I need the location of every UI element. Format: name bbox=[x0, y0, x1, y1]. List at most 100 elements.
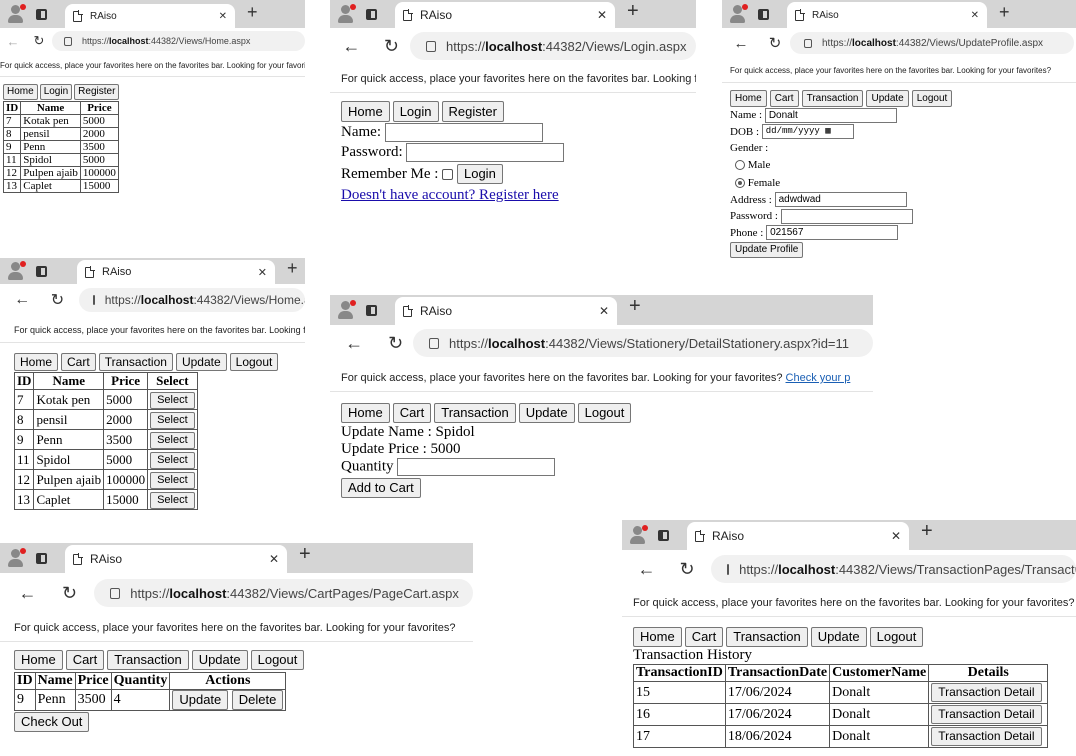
refresh-icon[interactable]: ↻ bbox=[26, 33, 52, 49]
update-button[interactable]: Update bbox=[175, 353, 227, 371]
transaction-button[interactable]: Transaction bbox=[434, 403, 516, 423]
home-button[interactable]: Home bbox=[633, 627, 682, 647]
address-bar[interactable]: https://localhost:44382/Views/Login.aspx bbox=[410, 32, 696, 60]
male-radio[interactable] bbox=[735, 159, 745, 170]
browser-tab[interactable]: RAiso ✕ bbox=[77, 260, 275, 284]
select-button[interactable]: Select bbox=[150, 431, 195, 449]
transaction-detail-button[interactable]: Transaction Detail bbox=[931, 727, 1042, 746]
female-radio[interactable] bbox=[735, 178, 745, 189]
cart-button[interactable]: Cart bbox=[684, 627, 724, 647]
profile-avatar-icon[interactable] bbox=[628, 525, 648, 545]
back-icon[interactable]: ← bbox=[722, 35, 760, 52]
tab-actions-icon[interactable] bbox=[658, 529, 669, 541]
profile-avatar-icon[interactable] bbox=[6, 261, 26, 281]
transaction-button[interactable]: Transaction bbox=[726, 627, 808, 647]
address-bar[interactable]: https://localhost:44382/Views/Home.aspx bbox=[78, 288, 305, 312]
select-button[interactable]: Select bbox=[150, 391, 195, 409]
profile-avatar-icon[interactable] bbox=[6, 4, 26, 24]
back-icon[interactable]: ← bbox=[622, 559, 671, 580]
refresh-icon[interactable]: ↻ bbox=[378, 333, 413, 354]
quantity-input[interactable] bbox=[397, 458, 556, 476]
profile-avatar-icon[interactable] bbox=[6, 548, 26, 568]
login-button[interactable]: Login bbox=[392, 101, 439, 122]
remember-checkbox[interactable] bbox=[442, 169, 454, 181]
back-icon[interactable]: ← bbox=[0, 583, 55, 604]
close-tab-icon[interactable]: ✕ bbox=[269, 552, 279, 566]
home-button[interactable]: Home bbox=[14, 353, 59, 371]
update-button[interactable]: Update bbox=[518, 403, 575, 423]
refresh-icon[interactable]: ↻ bbox=[671, 559, 703, 580]
login-button[interactable]: Login bbox=[39, 84, 73, 100]
new-tab-icon[interactable]: + bbox=[235, 2, 258, 28]
close-tab-icon[interactable]: ✕ bbox=[971, 10, 979, 21]
new-tab-icon[interactable]: + bbox=[909, 520, 933, 550]
select-button[interactable]: Select bbox=[150, 411, 195, 429]
update-button[interactable]: Update bbox=[866, 90, 909, 107]
close-tab-icon[interactable]: ✕ bbox=[891, 529, 901, 543]
logout-button[interactable]: Logout bbox=[869, 627, 924, 647]
cart-button[interactable]: Cart bbox=[65, 650, 105, 670]
calendar-icon[interactable]: ▦ bbox=[825, 126, 830, 136]
address-bar[interactable]: https://localhost:44382/Views/UpdateProf… bbox=[790, 32, 1074, 54]
refresh-icon[interactable]: ↻ bbox=[760, 34, 790, 52]
login-submit-button[interactable]: Login bbox=[456, 164, 503, 185]
tab-actions-icon[interactable] bbox=[36, 8, 47, 20]
browser-tab[interactable]: RAiso ✕ bbox=[687, 522, 909, 550]
back-icon[interactable]: ← bbox=[330, 36, 373, 57]
back-icon[interactable]: ← bbox=[0, 291, 44, 309]
refresh-icon[interactable]: ↻ bbox=[373, 36, 410, 57]
phone-input[interactable]: 021567 bbox=[766, 225, 899, 241]
update-button[interactable]: Update bbox=[191, 650, 248, 670]
register-link[interactable]: Doesn't have account? Register here bbox=[341, 187, 559, 203]
home-button[interactable]: Home bbox=[730, 90, 767, 107]
close-tab-icon[interactable]: ✕ bbox=[258, 266, 267, 279]
browser-tab[interactable]: RAiso ✕ bbox=[395, 297, 617, 325]
profile-avatar-icon[interactable] bbox=[336, 300, 356, 320]
address-input[interactable]: adwdwad bbox=[774, 192, 907, 208]
add-to-cart-button[interactable]: Add to Cart bbox=[341, 478, 421, 498]
update-cart-button[interactable]: Update bbox=[172, 690, 229, 710]
tab-actions-icon[interactable] bbox=[366, 8, 377, 20]
transaction-button[interactable]: Transaction bbox=[107, 650, 189, 670]
home-button[interactable]: Home bbox=[3, 84, 38, 100]
cart-button[interactable]: Cart bbox=[392, 403, 432, 423]
address-bar[interactable]: https://localhost:44382/Views/Stationery… bbox=[413, 329, 873, 357]
home-button[interactable]: Home bbox=[341, 101, 390, 122]
new-tab-icon[interactable]: + bbox=[615, 0, 639, 28]
cart-button[interactable]: Cart bbox=[61, 353, 96, 371]
transaction-button[interactable]: Transaction bbox=[98, 353, 173, 371]
name-input[interactable]: Donalt bbox=[764, 107, 897, 123]
tab-actions-icon[interactable] bbox=[36, 552, 47, 564]
check-out-button[interactable]: Check Out bbox=[14, 712, 90, 732]
transaction-detail-button[interactable]: Transaction Detail bbox=[931, 705, 1042, 724]
address-bar[interactable]: https://localhost:44382/Views/CartPages/… bbox=[94, 579, 473, 607]
new-tab-icon[interactable]: + bbox=[287, 543, 311, 573]
close-tab-icon[interactable]: ✕ bbox=[219, 11, 227, 22]
address-bar[interactable]: https://localhost:44382/Views/Transactio… bbox=[711, 555, 1076, 583]
tab-actions-icon[interactable] bbox=[366, 304, 377, 316]
browser-tab[interactable]: RAiso ✕ bbox=[395, 2, 615, 28]
password-input[interactable] bbox=[406, 143, 565, 163]
logout-button[interactable]: Logout bbox=[911, 90, 953, 107]
refresh-icon[interactable]: ↻ bbox=[44, 290, 71, 310]
browser-tab[interactable]: RAiso ✕ bbox=[65, 4, 235, 28]
home-button[interactable]: Home bbox=[341, 403, 390, 423]
new-tab-icon[interactable]: + bbox=[617, 295, 641, 325]
address-bar[interactable]: https://localhost:44382/Views/Home.aspx bbox=[51, 31, 305, 51]
name-input[interactable] bbox=[384, 123, 543, 143]
close-tab-icon[interactable]: ✕ bbox=[597, 8, 607, 22]
logout-button[interactable]: Logout bbox=[229, 353, 279, 371]
back-icon[interactable]: ← bbox=[0, 34, 26, 49]
logout-button[interactable]: Logout bbox=[250, 650, 305, 670]
password-input[interactable] bbox=[780, 208, 913, 224]
register-button[interactable]: Register bbox=[74, 84, 120, 100]
register-button[interactable]: Register bbox=[441, 101, 504, 122]
new-tab-icon[interactable]: + bbox=[987, 2, 1010, 28]
browser-tab[interactable]: RAiso ✕ bbox=[65, 545, 287, 573]
tab-actions-icon[interactable] bbox=[758, 8, 769, 20]
profile-avatar-icon[interactable] bbox=[336, 4, 356, 24]
home-button[interactable]: Home bbox=[14, 650, 63, 670]
browser-tab[interactable]: RAiso ✕ bbox=[787, 2, 987, 28]
close-tab-icon[interactable]: ✕ bbox=[599, 304, 609, 318]
cart-button[interactable]: Cart bbox=[769, 90, 799, 107]
